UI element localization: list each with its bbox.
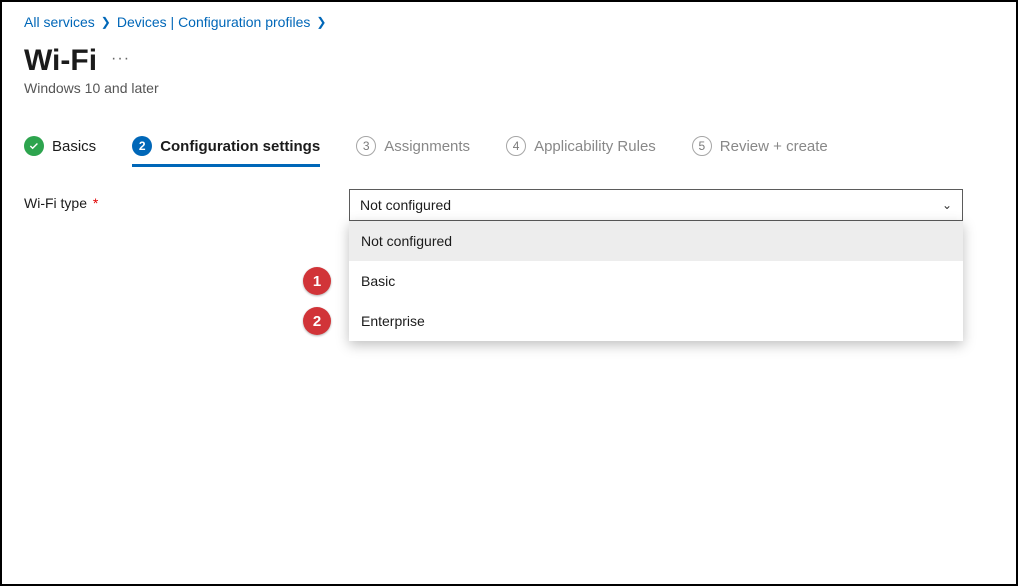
step-assignments[interactable]: 3 Assignments bbox=[356, 136, 470, 166]
annotation-badge-1: 1 bbox=[303, 267, 331, 295]
step-label: Applicability Rules bbox=[534, 138, 656, 155]
step-basics[interactable]: Basics bbox=[24, 136, 96, 166]
breadcrumb: All services ❯ Devices | Configuration p… bbox=[24, 14, 994, 30]
step-label: Assignments bbox=[384, 138, 470, 155]
wifi-type-row: Wi-Fi type * Not configured ⌄ Not config… bbox=[24, 189, 994, 221]
page-subtitle: Windows 10 and later bbox=[24, 80, 994, 96]
step-number-icon: 4 bbox=[506, 136, 526, 156]
annotation-badge-2: 2 bbox=[303, 307, 331, 335]
step-label: Configuration settings bbox=[160, 138, 320, 155]
step-number-icon: 5 bbox=[692, 136, 712, 156]
chevron-right-icon: ❯ bbox=[316, 15, 326, 29]
chevron-down-icon: ⌄ bbox=[942, 198, 952, 212]
option-not-configured[interactable]: Not configured bbox=[349, 221, 963, 261]
selected-value: Not configured bbox=[360, 197, 451, 213]
chevron-right-icon: ❯ bbox=[101, 15, 111, 29]
page-header: Wi-Fi ··· bbox=[24, 44, 994, 78]
option-basic[interactable]: 1 Basic bbox=[349, 261, 963, 301]
option-enterprise[interactable]: 2 Enterprise bbox=[349, 301, 963, 341]
breadcrumb-link-all-services[interactable]: All services bbox=[24, 14, 95, 30]
check-icon bbox=[24, 136, 44, 156]
option-label: Not configured bbox=[361, 233, 452, 249]
page-title: Wi-Fi bbox=[24, 44, 97, 78]
step-applicability-rules[interactable]: 4 Applicability Rules bbox=[506, 136, 656, 166]
wizard-steps: Basics 2 Configuration settings 3 Assign… bbox=[24, 136, 994, 166]
label-text: Wi-Fi type bbox=[24, 195, 87, 211]
more-actions-button[interactable]: ··· bbox=[111, 50, 130, 72]
step-number-icon: 2 bbox=[132, 136, 152, 156]
wifi-type-dropdown-trigger[interactable]: Not configured ⌄ bbox=[349, 189, 963, 221]
wifi-type-select: Not configured ⌄ Not configured 1 Basic … bbox=[349, 189, 963, 221]
step-label: Basics bbox=[52, 138, 96, 155]
option-label: Enterprise bbox=[361, 313, 425, 329]
wifi-type-dropdown-list: Not configured 1 Basic 2 Enterprise bbox=[349, 221, 963, 341]
wifi-type-label: Wi-Fi type * bbox=[24, 189, 349, 211]
step-configuration-settings[interactable]: 2 Configuration settings bbox=[132, 136, 320, 166]
step-number-icon: 3 bbox=[356, 136, 376, 156]
required-indicator: * bbox=[93, 195, 98, 211]
step-review-create[interactable]: 5 Review + create bbox=[692, 136, 828, 166]
option-label: Basic bbox=[361, 273, 395, 289]
breadcrumb-link-devices-configuration-profiles[interactable]: Devices | Configuration profiles bbox=[117, 14, 311, 30]
step-label: Review + create bbox=[720, 138, 828, 155]
